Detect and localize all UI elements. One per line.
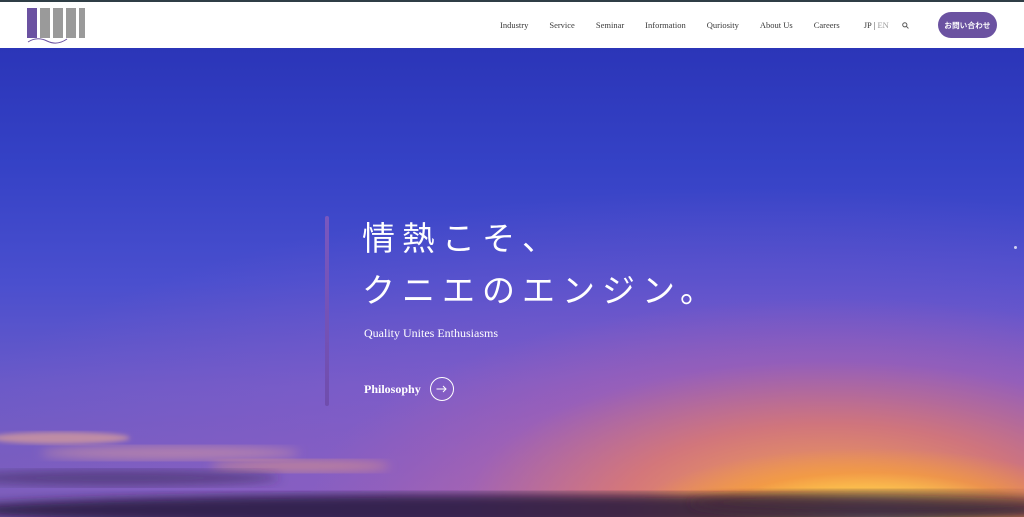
accent-bar — [325, 216, 329, 406]
nav-information[interactable]: Information — [645, 20, 686, 30]
headline-line-1: 情熱こそ、 — [362, 219, 562, 258]
nav-quriosity[interactable]: Quriosity — [707, 20, 739, 30]
slide-indicator-dot[interactable] — [1014, 246, 1017, 249]
arrow-right-icon — [429, 377, 454, 401]
qunie-logo-icon — [27, 8, 85, 44]
lang-jp[interactable]: JP — [864, 20, 872, 30]
main-nav: Industry Service Seminar Information Qur… — [500, 2, 911, 48]
nav-careers[interactable]: Careers — [814, 20, 840, 30]
hero-headline: 情熱こそ、 クニエのエンジン。 — [362, 213, 720, 317]
hero-section: 情熱こそ、 クニエのエンジン。 Quality Unites Enthusias… — [0, 48, 1024, 517]
language-switcher: JP | EN — [864, 20, 889, 30]
site-header: Industry Service Seminar Information Qur… — [0, 0, 1024, 48]
nav-about-us[interactable]: About Us — [760, 20, 793, 30]
lang-separator: | — [873, 20, 876, 30]
philosophy-label: Philosophy — [364, 381, 421, 396]
contact-button[interactable]: お問い合わせ — [938, 12, 997, 38]
nav-seminar[interactable]: Seminar — [596, 20, 624, 30]
headline-line-2: クニエのエンジン。 — [362, 271, 721, 310]
homepage: Industry Service Seminar Information Qur… — [0, 0, 1024, 517]
philosophy-link[interactable]: Philosophy — [364, 377, 454, 401]
hero-tagline: Quality Unites Enthusiasms — [364, 326, 498, 340]
lang-en[interactable]: EN — [877, 20, 888, 30]
nav-industry[interactable]: Industry — [500, 20, 528, 30]
nav-service[interactable]: Service — [549, 20, 575, 30]
search-icon — [902, 21, 910, 29]
site-logo[interactable] — [27, 6, 85, 44]
search-button[interactable] — [901, 20, 911, 30]
